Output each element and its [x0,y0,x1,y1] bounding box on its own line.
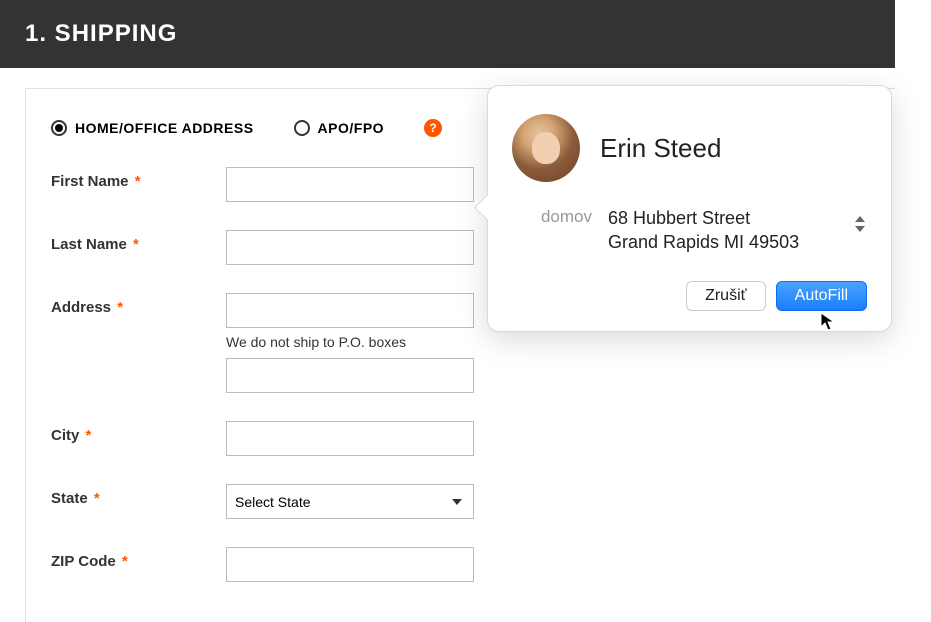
address-type-label: domov [522,206,592,227]
address-helper-text: We do not ship to P.O. boxes [226,334,474,350]
autofill-address-row[interactable]: domov 68 Hubbert Street Grand Rapids MI … [512,206,867,255]
help-icon[interactable]: ? [424,119,442,137]
address-line1-input[interactable] [226,293,474,328]
contact-header: Erin Steed [512,114,867,182]
zip-input[interactable] [226,547,474,582]
first-name-input[interactable] [226,167,474,202]
state-select-wrap: Select State [226,484,474,519]
chevron-updown-icon[interactable] [855,216,867,232]
radio-icon [294,120,310,136]
row-city: City * [51,421,870,456]
autofill-address-text: 68 Hubbert Street Grand Rapids MI 49503 [608,206,835,255]
radio-home-office[interactable]: HOME/OFFICE ADDRESS [51,120,254,136]
page-title: 1. Shipping [25,20,870,48]
state-select[interactable]: Select State [226,484,474,519]
row-state: State * Select State [51,484,870,519]
label-first-name: First Name * [51,167,226,190]
cancel-button[interactable]: Zrušiť [686,281,766,311]
label-zip: ZIP Code * [51,547,226,570]
last-name-input[interactable] [226,230,474,265]
row-zip: ZIP Code * [51,547,870,582]
autofill-popover: Erin Steed domov 68 Hubbert Street Grand… [487,85,892,332]
label-city: City * [51,421,226,444]
radio-label: HOME/OFFICE ADDRESS [75,120,254,136]
checkout-step-header: 1. Shipping [0,0,895,68]
autofill-button[interactable]: AutoFill [776,281,867,311]
label-address: Address * [51,293,226,316]
radio-apo-fpo[interactable]: APO/FPO [294,120,385,136]
contact-name: Erin Steed [600,133,721,164]
address-line2-input[interactable] [226,358,474,393]
city-input[interactable] [226,421,474,456]
radio-icon [51,120,67,136]
label-last-name: Last Name * [51,230,226,253]
label-state: State * [51,484,226,507]
avatar [512,114,580,182]
address-fields: We do not ship to P.O. boxes [226,293,474,393]
popover-buttons: Zrušiť AutoFill [512,281,867,311]
radio-label: APO/FPO [318,120,385,136]
